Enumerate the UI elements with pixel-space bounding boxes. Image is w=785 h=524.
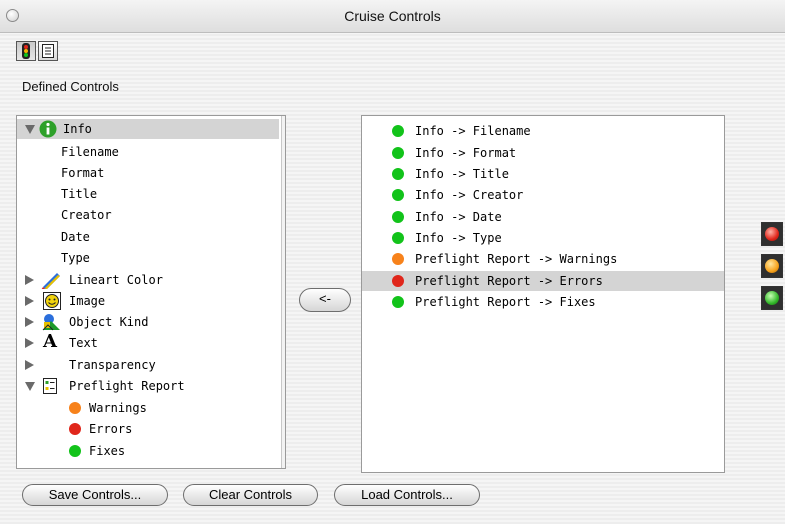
green-status-dot-icon — [392, 211, 404, 223]
control-list-item-label: Info -> Creator — [415, 188, 524, 202]
control-list-item[interactable]: Preflight Report -> Fixes — [362, 292, 724, 312]
tree-item-label: Type — [61, 251, 90, 265]
tree-item-errors[interactable]: Errors — [17, 419, 285, 439]
red-status-dot-icon — [392, 275, 404, 287]
green-light-icon — [765, 291, 779, 305]
clear-controls-button[interactable]: Clear Controls — [183, 484, 318, 506]
report-document-icon — [43, 378, 57, 394]
load-controls-button[interactable]: Load Controls... — [334, 484, 480, 506]
tree-item-label: Errors — [89, 422, 133, 436]
tree-item-date[interactable]: Date — [17, 227, 285, 247]
tree-item-label: Info — [63, 122, 92, 136]
tree-item-creator[interactable]: Creator — [17, 205, 285, 225]
control-list-item[interactable]: Info -> Title — [362, 164, 724, 184]
red-light-button[interactable] — [761, 222, 783, 246]
tree-item-label: Fixes — [89, 444, 126, 458]
control-list-item-label: Info -> Filename — [415, 124, 531, 138]
orange-light-icon — [765, 259, 779, 273]
disclosure-triangle-icon[interactable] — [25, 275, 34, 285]
red-status-dot-icon — [69, 423, 81, 435]
text-a-icon: A — [43, 331, 57, 352]
tree-item-label: Object Kind — [69, 315, 149, 329]
green-status-dot-icon — [392, 232, 404, 244]
orange-status-dot-icon — [392, 253, 404, 265]
traffic-light-tool-button[interactable] — [16, 41, 36, 61]
control-list-item-label: Preflight Report -> Fixes — [415, 295, 596, 309]
orange-light-button[interactable] — [761, 254, 783, 278]
green-light-button[interactable] — [761, 286, 783, 310]
green-status-dot-icon — [69, 445, 81, 457]
tree-item-info[interactable]: Info — [17, 119, 279, 139]
control-list-item[interactable]: Preflight Report -> Errors — [362, 271, 724, 291]
control-list-item-label: Info -> Format — [415, 146, 517, 160]
tree-item-transparency[interactable]: Transparency — [17, 355, 285, 375]
green-status-dot-icon — [392, 296, 404, 308]
remove-control-button[interactable]: <- — [299, 288, 351, 312]
tree-item-label: Date — [61, 230, 90, 244]
tree-item-fixes[interactable]: Fixes — [17, 441, 285, 461]
green-status-dot-icon — [392, 189, 404, 201]
defined-controls-label: Defined Controls — [22, 79, 119, 94]
window-title: Cruise Controls — [344, 8, 441, 24]
control-list-item-label: Preflight Report -> Errors — [415, 274, 603, 288]
control-list-item[interactable]: Info -> Filename — [362, 121, 724, 141]
tree-item-label: Lineart Color — [69, 273, 163, 287]
title-bar: Cruise Controls — [0, 0, 785, 33]
defined-controls-list[interactable]: Info -> Filename Info -> Format Info -> Ti… — [361, 115, 725, 473]
tree-item-title[interactable]: Title — [17, 184, 285, 204]
disclosure-triangle-icon[interactable] — [25, 360, 34, 370]
tree-item-label: Format — [61, 166, 105, 180]
control-list-item[interactable]: Preflight Report -> Warnings — [362, 249, 724, 269]
control-list-item[interactable]: Info -> Date — [362, 207, 724, 227]
tree-item-image[interactable]: Image — [17, 291, 285, 311]
disclosure-triangle-icon[interactable] — [25, 296, 34, 306]
tree-item-filename[interactable]: Filename — [17, 142, 285, 162]
tree-item-lineart-color[interactable]: Lineart Color — [17, 270, 285, 290]
disclosure-triangle-icon[interactable] — [25, 125, 35, 134]
tree-item-label: Title — [61, 187, 98, 201]
control-list-item[interactable]: Info -> Format — [362, 143, 724, 163]
tree-item-label: Filename — [61, 145, 119, 159]
control-tree-panel[interactable]: Info Filename Format Title Creator Date … — [16, 115, 286, 469]
control-list-item-label: Info -> Date — [415, 210, 502, 224]
tree-item-preflight-report[interactable]: Preflight Report — [17, 376, 285, 396]
control-list-item-label: Info -> Title — [415, 167, 509, 181]
tree-item-label: Text — [69, 336, 98, 350]
traffic-light-icon — [22, 43, 30, 59]
info-icon — [39, 120, 57, 138]
green-status-dot-icon — [392, 147, 404, 159]
tree-item-format[interactable]: Format — [17, 163, 285, 183]
report-list-icon — [42, 44, 54, 58]
tree-item-label: Warnings — [89, 401, 147, 415]
tree-item-text[interactable]: A Text — [17, 331, 285, 353]
disclosure-triangle-icon[interactable] — [25, 317, 34, 327]
tree-item-warnings[interactable]: Warnings — [17, 398, 285, 418]
green-status-dot-icon — [392, 125, 404, 137]
control-list-item[interactable]: Info -> Type — [362, 228, 724, 248]
tree-item-label: Transparency — [69, 358, 156, 372]
smiley-image-icon — [43, 292, 61, 310]
tree-item-label: Preflight Report — [69, 379, 185, 393]
disclosure-triangle-icon[interactable] — [25, 382, 35, 391]
tree-item-type[interactable]: Type — [17, 248, 285, 268]
tree-item-label: Creator — [61, 208, 112, 222]
shapes-icon — [42, 314, 60, 331]
green-status-dot-icon — [392, 168, 404, 180]
control-list-item-label: Info -> Type — [415, 231, 502, 245]
report-tool-button[interactable] — [38, 41, 58, 61]
save-controls-button[interactable]: Save Controls... — [22, 484, 168, 506]
control-list-item-label: Preflight Report -> Warnings — [415, 252, 618, 266]
tree-item-label: Image — [69, 294, 106, 308]
red-light-icon — [765, 227, 779, 241]
disclosure-triangle-icon[interactable] — [25, 338, 34, 348]
control-list-item[interactable]: Info -> Creator — [362, 185, 724, 205]
tree-item-object-kind[interactable]: Object Kind — [17, 312, 285, 332]
orange-status-dot-icon — [69, 402, 81, 414]
pencil-color-icon — [41, 273, 60, 289]
